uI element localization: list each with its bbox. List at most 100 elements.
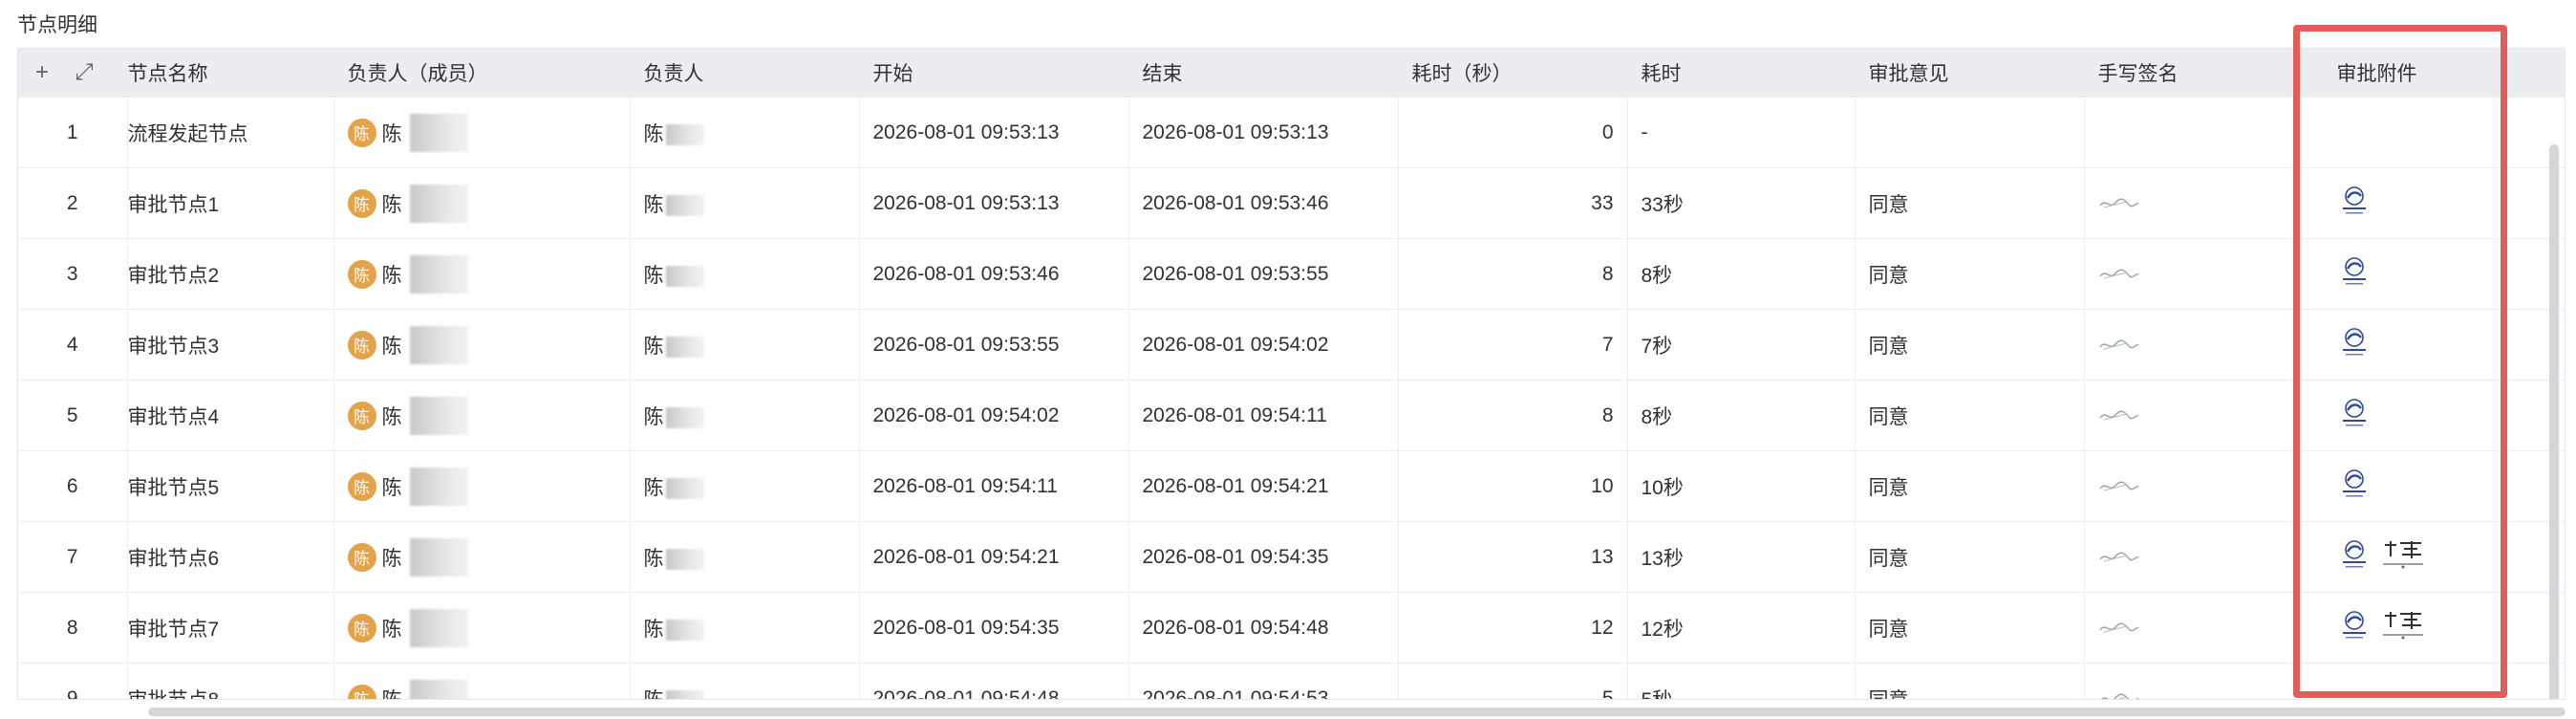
start-time: 2026-08-01 09:53:55 <box>859 309 1129 381</box>
signature-cell[interactable] <box>2084 450 2295 522</box>
duration: 13秒 <box>1627 521 1856 593</box>
table-row[interactable]: 2 审批节点1 陈 陈 陈 2026-08-01 09:53:13 2026-0… <box>18 167 2565 239</box>
duration: 7秒 <box>1627 309 1856 381</box>
handwritten-signature[interactable] <box>2098 546 2140 568</box>
signature-cell[interactable] <box>2084 309 2295 381</box>
start-time: 2026-08-01 09:53:46 <box>859 238 1129 310</box>
end-time: 2026-08-01 09:54:02 <box>1128 309 1399 381</box>
row-index: 2 <box>18 167 128 239</box>
end-time: 2026-08-01 09:53:55 <box>1128 238 1399 310</box>
signature-cell[interactable] <box>2084 663 2295 699</box>
duration-seconds: 8 <box>1398 380 1628 451</box>
owner-cell: 陈 <box>630 521 860 593</box>
horizontal-scrollbar[interactable] <box>148 708 2565 716</box>
node-name: 审批节点8 <box>127 663 334 699</box>
duration: 10秒 <box>1627 450 1856 522</box>
table-row[interactable]: 4 审批节点3 陈 陈 陈 2026-08-01 09:53:55 2026-0… <box>18 309 2565 381</box>
handwritten-signature[interactable] <box>2098 687 2140 699</box>
duration: 5秒 <box>1627 663 1856 699</box>
signature-cell[interactable] <box>2084 592 2295 664</box>
node-detail-table: + ⤢ 节点名称 负责人（成员） 负责人 开始 结束 耗时（秒） 耗时 审批意见… <box>17 48 2565 700</box>
end-time: 2026-08-01 09:54:48 <box>1128 592 1399 664</box>
member-name: 陈 <box>381 476 402 499</box>
owner-name: 陈 <box>643 193 664 216</box>
signature-cell[interactable] <box>2084 380 2295 451</box>
owner-name: 陈 <box>643 688 664 700</box>
redacted-owner <box>665 619 704 641</box>
owner-cell: 陈 <box>630 380 860 451</box>
redacted-name <box>409 608 469 647</box>
header-end: 结束 <box>1128 49 1399 98</box>
table-row[interactable]: 5 审批节点4 陈 陈 陈 2026-08-01 09:54:02 2026-0… <box>18 380 2565 451</box>
approval-opinion: 同意 <box>1855 309 2085 381</box>
owner-cell: 陈 <box>630 167 860 239</box>
row-index: 3 <box>18 238 128 310</box>
handwritten-signature[interactable] <box>2098 475 2140 497</box>
end-time: 2026-08-01 09:53:13 <box>1128 97 1399 168</box>
start-time: 2026-08-01 09:54:11 <box>859 450 1129 522</box>
duration: 8秒 <box>1627 238 1856 310</box>
avatar: 陈 <box>347 471 376 501</box>
node-name: 审批节点1 <box>127 167 334 239</box>
handwritten-signature[interactable] <box>2098 617 2140 639</box>
row-index: 1 <box>18 97 128 168</box>
table-row[interactable]: 9 审批节点8 陈 陈 陈 2026-08-01 09:54:48 2026-0… <box>18 663 2565 700</box>
plus-icon[interactable]: + <box>32 59 53 86</box>
start-time: 2026-08-01 09:54:48 <box>859 663 1129 699</box>
member-name: 陈 <box>381 688 402 700</box>
approval-opinion: 同意 <box>1855 450 2085 522</box>
member-name: 陈 <box>381 405 402 428</box>
member-cell: 陈 陈 <box>333 167 631 239</box>
approval-opinion <box>1855 97 2085 168</box>
signature-cell[interactable] <box>2084 167 2295 239</box>
end-time: 2026-08-01 09:54:53 <box>1128 663 1399 699</box>
member-cell: 陈 陈 <box>333 450 631 522</box>
header-signature: 手写签名 <box>2084 49 2295 98</box>
duration: 8秒 <box>1627 380 1856 451</box>
handwritten-signature[interactable] <box>2098 404 2140 426</box>
table-row[interactable]: 1 流程发起节点 陈 陈 陈 2026-08-01 09:53:13 2026-… <box>18 97 2565 168</box>
avatar: 陈 <box>347 118 376 147</box>
handwritten-signature[interactable] <box>2098 263 2140 285</box>
row-index: 4 <box>18 309 128 381</box>
vertical-scrollbar[interactable] <box>2549 144 2559 699</box>
duration-seconds: 13 <box>1398 521 1628 593</box>
signature-cell[interactable] <box>2084 97 2295 168</box>
redacted-name <box>409 184 469 223</box>
start-time: 2026-08-01 09:53:13 <box>859 97 1129 168</box>
redacted-owner <box>665 194 704 216</box>
expand-icon[interactable]: ⤢ <box>74 59 95 86</box>
header-duration-sec: 耗时（秒） <box>1398 49 1628 98</box>
signature-cell[interactable] <box>2084 238 2295 310</box>
node-name: 审批节点5 <box>127 450 334 522</box>
row-index: 8 <box>18 592 128 664</box>
node-name: 审批节点3 <box>127 309 334 381</box>
member-name: 陈 <box>381 264 402 287</box>
approval-opinion: 同意 <box>1855 521 2085 593</box>
redacted-owner <box>665 406 704 428</box>
handwritten-signature[interactable] <box>2098 192 2140 214</box>
avatar: 陈 <box>347 401 376 430</box>
header-opinion: 审批意见 <box>1855 49 2085 98</box>
owner-name: 陈 <box>643 618 664 641</box>
owner-name: 陈 <box>643 476 664 499</box>
signature-cell[interactable] <box>2084 521 2295 593</box>
avatar: 陈 <box>347 684 376 699</box>
row-index: 7 <box>18 521 128 593</box>
table-row[interactable]: 6 审批节点5 陈 陈 陈 2026-08-01 09:54:11 2026-0… <box>18 450 2565 522</box>
node-name: 审批节点6 <box>127 521 334 593</box>
node-name: 审批节点2 <box>127 238 334 310</box>
header-node-name: 节点名称 <box>127 49 334 98</box>
member-name: 陈 <box>381 547 402 570</box>
table-row[interactable]: 3 审批节点2 陈 陈 陈 2026-08-01 09:53:46 2026-0… <box>18 238 2565 310</box>
avatar: 陈 <box>347 188 376 218</box>
redacted-owner <box>665 123 704 145</box>
handwritten-signature[interactable] <box>2098 334 2140 356</box>
node-name: 审批节点7 <box>127 592 334 664</box>
table-row[interactable]: 8 审批节点7 陈 陈 陈 2026-08-01 09:54:35 2026-0… <box>18 592 2565 664</box>
redacted-name <box>409 537 469 577</box>
owner-name: 陈 <box>643 122 664 145</box>
table-row[interactable]: 7 审批节点6 陈 陈 陈 2026-08-01 09:54:21 2026-0… <box>18 521 2565 593</box>
redacted-name <box>409 396 469 435</box>
redacted-name <box>409 679 469 699</box>
